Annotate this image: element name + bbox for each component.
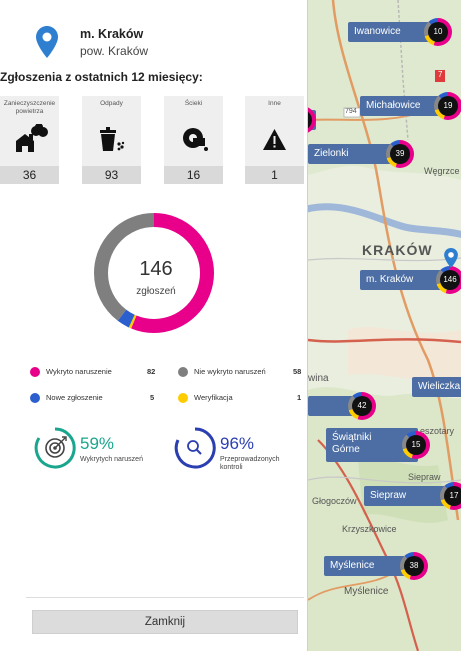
map-pin-icon [444,248,458,268]
close-button[interactable]: Zamknij [32,610,298,634]
marker-label: Wieliczka [418,381,461,392]
legend-item: Wykryto naruszenie 82 [30,364,156,380]
marker-label: Siepraw [370,490,407,501]
category-count: 36 [0,166,59,184]
legend-dot [30,367,40,377]
map-marker-iwanowice[interactable]: Iwanowice 10 [348,18,452,46]
total-label: zgłoszeń [136,286,176,297]
legend-label: Nie wykryto naruszeń [194,367,266,376]
map-label: Siepraw [408,472,441,482]
marker-count-badge: 10 [424,18,452,46]
map-label: Myślenice [344,586,389,597]
marker-count: 38 [404,556,424,576]
category-count: 16 [164,166,223,184]
map-city-label: KRAKÓW [362,242,433,258]
category-label: Inne [268,100,281,107]
map-label: Krzyszkowice [342,524,397,534]
map-label: Głogoczów [312,496,357,506]
legend-label: Wykryto naruszenie [46,367,112,376]
marker-count: 15 [406,435,426,455]
kpi-label: Wykrytych naruszeń [80,456,143,463]
panel-footer: Zamknij [26,597,304,645]
legend-value: 58 [293,367,302,376]
category-label: Odpady [100,100,123,107]
kpi-detected: 59% Wykrytych naruszeń [34,426,164,476]
category-tile-air[interactable]: Zanieczyszczenie powietrza 36 [0,96,59,184]
map-marker-partial[interactable] [308,106,316,134]
kpi-label: Przeprowadzonych kontroli [220,456,280,471]
map-marker-swiatniki[interactable]: Świątniki Górne 15 [326,428,430,462]
trash-bin-icon [100,127,125,151]
target-icon [34,427,76,469]
legend-dot [178,367,188,377]
warning-triangle-icon [263,129,286,150]
magnifier-icon [174,427,216,469]
marker-count-badge: 17 [440,482,461,510]
legend-value: 1 [297,393,302,402]
marker-count-badge: 39 [386,140,414,168]
marker-label: Świątniki Górne [332,432,372,455]
marker-label: Myślenice [330,560,375,571]
legend-value: 82 [147,367,156,376]
sewage-pipe-icon [183,128,208,151]
legend-dot [30,393,40,403]
category-label: Ścieki [184,100,203,107]
marker-count: 19 [438,96,458,116]
marker-count: 146 [440,270,460,290]
category-label: Zanieczyszczenie powietrza [3,100,56,115]
marker-count-badge: 42 [348,392,376,420]
marker-count-badge [308,106,316,134]
marker-count-badge: 38 [400,552,428,580]
category-count: 93 [82,166,141,184]
marker-label: Iwanowice [354,26,401,37]
map-marker-myslenice[interactable]: Myślenice 38 [324,552,428,580]
legend-value: 5 [150,393,155,402]
marker-count: 10 [428,22,448,42]
map-marker-partial-42[interactable]: 42 [308,392,376,420]
map-marker-krakow[interactable]: m. Kraków 146 [360,266,461,294]
legend-dot [178,393,188,403]
total-count: 146 [139,258,173,280]
category-tile-other[interactable]: Inne 1 [245,96,304,184]
marker-count-badge: 15 [402,431,430,459]
road-number: 794 [345,108,357,115]
kpi-inspections: 96% Przeprowadzonych kontroli [174,426,304,476]
info-panel: m. Kraków pow. Kraków Zgłoszenia z ostat… [0,0,308,651]
map-marker-wieliczka[interactable]: Wieliczka [412,377,461,397]
house-smoke-icon [16,124,48,152]
legend-label: Weryfikacja [194,393,233,402]
marker-count-badge: 146 [436,266,461,294]
map-view[interactable]: 7 794 Węgrzce KRAKÓW wina ny eszotary Si… [308,0,461,651]
marker-label: Zielonki [314,148,349,159]
location-subtitle: pow. Kraków [80,44,149,58]
category-tile-waste[interactable]: Odpady 93 [82,96,141,184]
road-number: 7 [438,70,443,79]
map-label: wina [308,373,329,384]
map-label: Węgrzce [424,166,460,176]
map-marker-michalowice[interactable]: Michałowice 19 [360,92,461,120]
legend-item: Nie wykryto naruszeń 58 [178,364,306,380]
legend-item: Nowe zgłoszenie 5 [30,390,156,406]
kpi-percent: 59% [80,434,115,453]
category-tiles: Zanieczyszczenie powietrza 36 Odpady 93 … [0,96,304,184]
marker-count: 17 [444,486,461,506]
marker-count-badge: 19 [434,92,461,120]
map-marker-zielonki[interactable]: Zielonki 39 [308,140,414,168]
legend-item: Weryfikacja 1 [178,390,306,406]
kpi-percent: 96% [220,434,255,453]
status-legend: Wykryto naruszenie 82 Nie wykryto narusz… [0,364,308,408]
map-pin-icon [36,26,58,58]
category-count: 1 [245,166,304,184]
location-title: m. Kraków [80,27,144,41]
marker-label: Michałowice [366,100,421,111]
map-marker-siepraw[interactable]: Siepraw 17 [364,482,461,510]
category-tile-sewage[interactable]: Ścieki 16 [164,96,223,184]
legend-label: Nowe zgłoszenie [46,393,103,402]
marker-label: m. Kraków [366,274,414,285]
marker-count: 39 [390,144,410,164]
location-header: m. Kraków pow. Kraków [36,24,296,64]
marker-count: 42 [352,396,372,416]
section-title: Zgłoszenia z ostatnich 12 miesięcy: [0,70,203,84]
